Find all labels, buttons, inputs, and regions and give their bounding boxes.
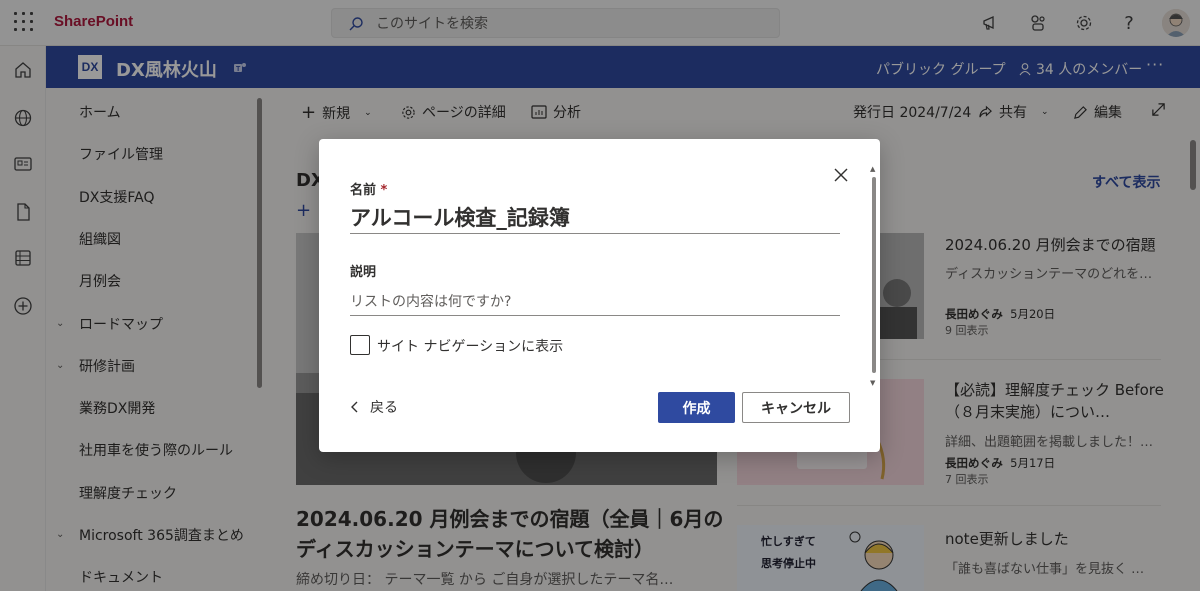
description-field-label: 説明 bbox=[350, 265, 377, 280]
close-icon bbox=[834, 168, 848, 182]
name-label-text: 名前 bbox=[350, 183, 377, 198]
list-description-input[interactable] bbox=[350, 289, 840, 316]
scroll-down-arrow[interactable]: ▼ bbox=[870, 379, 875, 387]
create-button[interactable]: 作成 bbox=[658, 392, 735, 423]
scroll-up-arrow[interactable]: ▲ bbox=[870, 165, 875, 173]
close-button[interactable] bbox=[831, 165, 851, 185]
dialog-scrollbar[interactable] bbox=[872, 177, 876, 373]
list-name-input[interactable] bbox=[350, 201, 840, 234]
cancel-button[interactable]: キャンセル bbox=[742, 392, 850, 423]
show-in-navigation-checkbox[interactable] bbox=[350, 335, 370, 355]
create-list-dialog: 名前 * 説明 サイト ナビゲーションに表示 戻る 作成 キャンセル ▲ ▼ bbox=[319, 139, 880, 452]
back-label: 戻る bbox=[370, 400, 398, 416]
required-marker: * bbox=[380, 183, 388, 198]
show-in-navigation-label[interactable]: サイト ナビゲーションに表示 bbox=[377, 336, 563, 356]
chevron-left-icon bbox=[351, 401, 358, 413]
name-field-label: 名前 * bbox=[350, 179, 387, 198]
back-button[interactable]: 戻る bbox=[350, 397, 398, 417]
